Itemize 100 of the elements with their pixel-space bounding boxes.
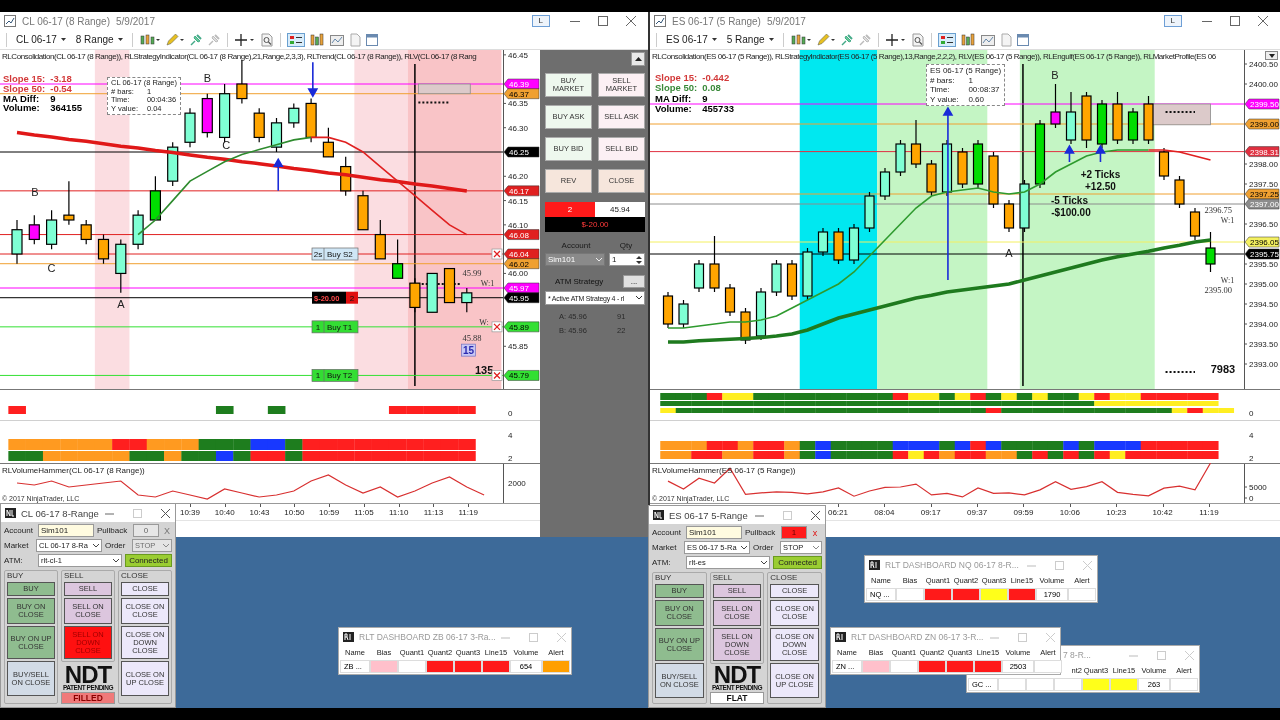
axis-tick-label: 2393.00	[1249, 360, 1278, 369]
position-quantity: 2	[545, 202, 595, 217]
maximize-icon[interactable]	[598, 16, 608, 26]
window-title: RLT DASHBOARD ZB 06-17 3-Ra...	[359, 632, 496, 642]
field-label: Pullback	[97, 526, 129, 535]
chart-image-icon[interactable]	[979, 32, 996, 47]
candle	[28, 214, 40, 245]
ref-line-label: 45.79	[509, 371, 530, 381]
price-flag: 2399.50	[1244, 98, 1280, 110]
close-icon[interactable]	[161, 508, 170, 518]
document-icon[interactable]	[999, 32, 1012, 47]
zoom-icon[interactable]	[910, 32, 925, 47]
close-icon[interactable]	[1258, 16, 1268, 26]
collapse-button[interactable]	[631, 52, 645, 66]
field-label: Order	[105, 541, 127, 550]
strategy-icon[interactable]	[286, 32, 305, 47]
caret-icon	[93, 543, 99, 548]
chart-annotation: 2396.75	[1204, 205, 1233, 215]
axis-tick-label: 2397.50	[1249, 180, 1278, 189]
time-label: 06:21	[827, 504, 849, 520]
close-icon[interactable]	[491, 248, 503, 260]
axis-tick-label: 5000	[1249, 483, 1267, 492]
candle	[1205, 231, 1216, 273]
bars-icon[interactable]	[308, 32, 325, 47]
candle	[132, 209, 144, 250]
dotted-line	[1164, 371, 1196, 373]
axis-tick-label: 46.15	[508, 196, 529, 206]
candle	[910, 119, 922, 169]
panel-menu-button[interactable]	[1265, 51, 1278, 60]
window-icon[interactable]	[1015, 32, 1030, 47]
candle	[988, 151, 999, 209]
ref-line-label: 46.02	[509, 259, 530, 269]
crosshair-icon[interactable]	[884, 32, 907, 47]
crosshair-icon[interactable]	[233, 32, 256, 47]
caret-icon	[596, 257, 602, 262]
ref-line-label: 46.25	[509, 148, 530, 157]
stat-value: -0.442	[702, 72, 731, 84]
chart-image-icon[interactable]	[328, 32, 345, 47]
candle	[662, 291, 674, 329]
price-flag: 45.95	[503, 292, 540, 303]
interval-dropdown[interactable]: 8 Range	[72, 34, 126, 45]
ref-line-label: 2399.50	[1250, 100, 1280, 109]
title-button[interactable]: L	[1163, 15, 1182, 27]
app-logo-icon	[869, 560, 880, 570]
candles-icon[interactable]	[138, 32, 161, 47]
close-icon[interactable]	[626, 16, 636, 26]
strategy-icon[interactable]	[937, 32, 956, 47]
candle	[305, 97, 317, 143]
bars-icon[interactable]	[959, 32, 976, 47]
interval-dropdown[interactable]: 5 Range	[723, 34, 777, 45]
candle	[167, 141, 179, 187]
order-tag[interactable]: 1 Buy T1	[311, 320, 359, 334]
candle	[322, 127, 334, 158]
axis-tick-label: 2394.00	[1249, 320, 1278, 329]
account-field[interactable]: Sim101	[686, 526, 742, 539]
pin-icon[interactable]	[206, 32, 221, 47]
pin-icon[interactable]	[188, 32, 203, 47]
tooltip-value: 1	[968, 75, 974, 85]
caret-icon	[741, 545, 747, 550]
candle	[755, 287, 767, 341]
close-icon[interactable]	[491, 370, 503, 381]
maximize-icon[interactable]	[1230, 16, 1240, 26]
time-label: 10:50	[283, 504, 306, 520]
quantity-field[interactable]: 1	[609, 253, 645, 266]
account-field[interactable]: Sim101	[38, 524, 94, 537]
pin-icon[interactable]	[857, 32, 872, 47]
candle	[1127, 107, 1139, 145]
pencil-icon[interactable]	[164, 32, 185, 47]
pullback-field[interactable]: 0	[133, 524, 159, 537]
field-label: Account	[4, 526, 34, 535]
group-label: BUY	[7, 571, 25, 580]
title-button[interactable]: L	[531, 15, 550, 27]
candles-icon[interactable]	[789, 32, 812, 47]
zoom-icon[interactable]	[259, 32, 274, 47]
atm-settings-button[interactable]: ...	[623, 275, 645, 288]
close-icon[interactable]	[491, 321, 503, 333]
time-label: 10:43	[248, 504, 271, 520]
arrow-up-icon	[1064, 145, 1075, 163]
pencil-icon[interactable]	[815, 32, 836, 47]
document-icon[interactable]	[348, 32, 361, 47]
ref-line-label: 45.97	[509, 284, 530, 293]
group-label: SELL	[712, 573, 734, 582]
close-icon[interactable]	[811, 510, 820, 520]
order-tag[interactable]: 2s Buy S2	[311, 247, 359, 261]
candle	[786, 259, 798, 301]
price-flag: 46.25	[503, 146, 540, 158]
candle	[724, 283, 736, 317]
candle	[1158, 147, 1170, 181]
group-label: BUY	[655, 573, 673, 582]
pin-icon[interactable]	[839, 32, 854, 47]
instrument-dropdown[interactable]: CL 06-17	[13, 34, 69, 45]
axis-tick-label: 46.20	[508, 172, 529, 182]
app-logo-icon	[835, 632, 846, 642]
window-icon[interactable]	[364, 32, 379, 47]
time-label: 09:59	[1012, 504, 1035, 520]
candle	[340, 156, 352, 197]
instrument-dropdown[interactable]: ES 06-17	[663, 34, 720, 45]
candle	[1050, 83, 1061, 129]
order-tag[interactable]: 1 Buy T2	[311, 369, 359, 382]
candle	[1081, 91, 1092, 149]
